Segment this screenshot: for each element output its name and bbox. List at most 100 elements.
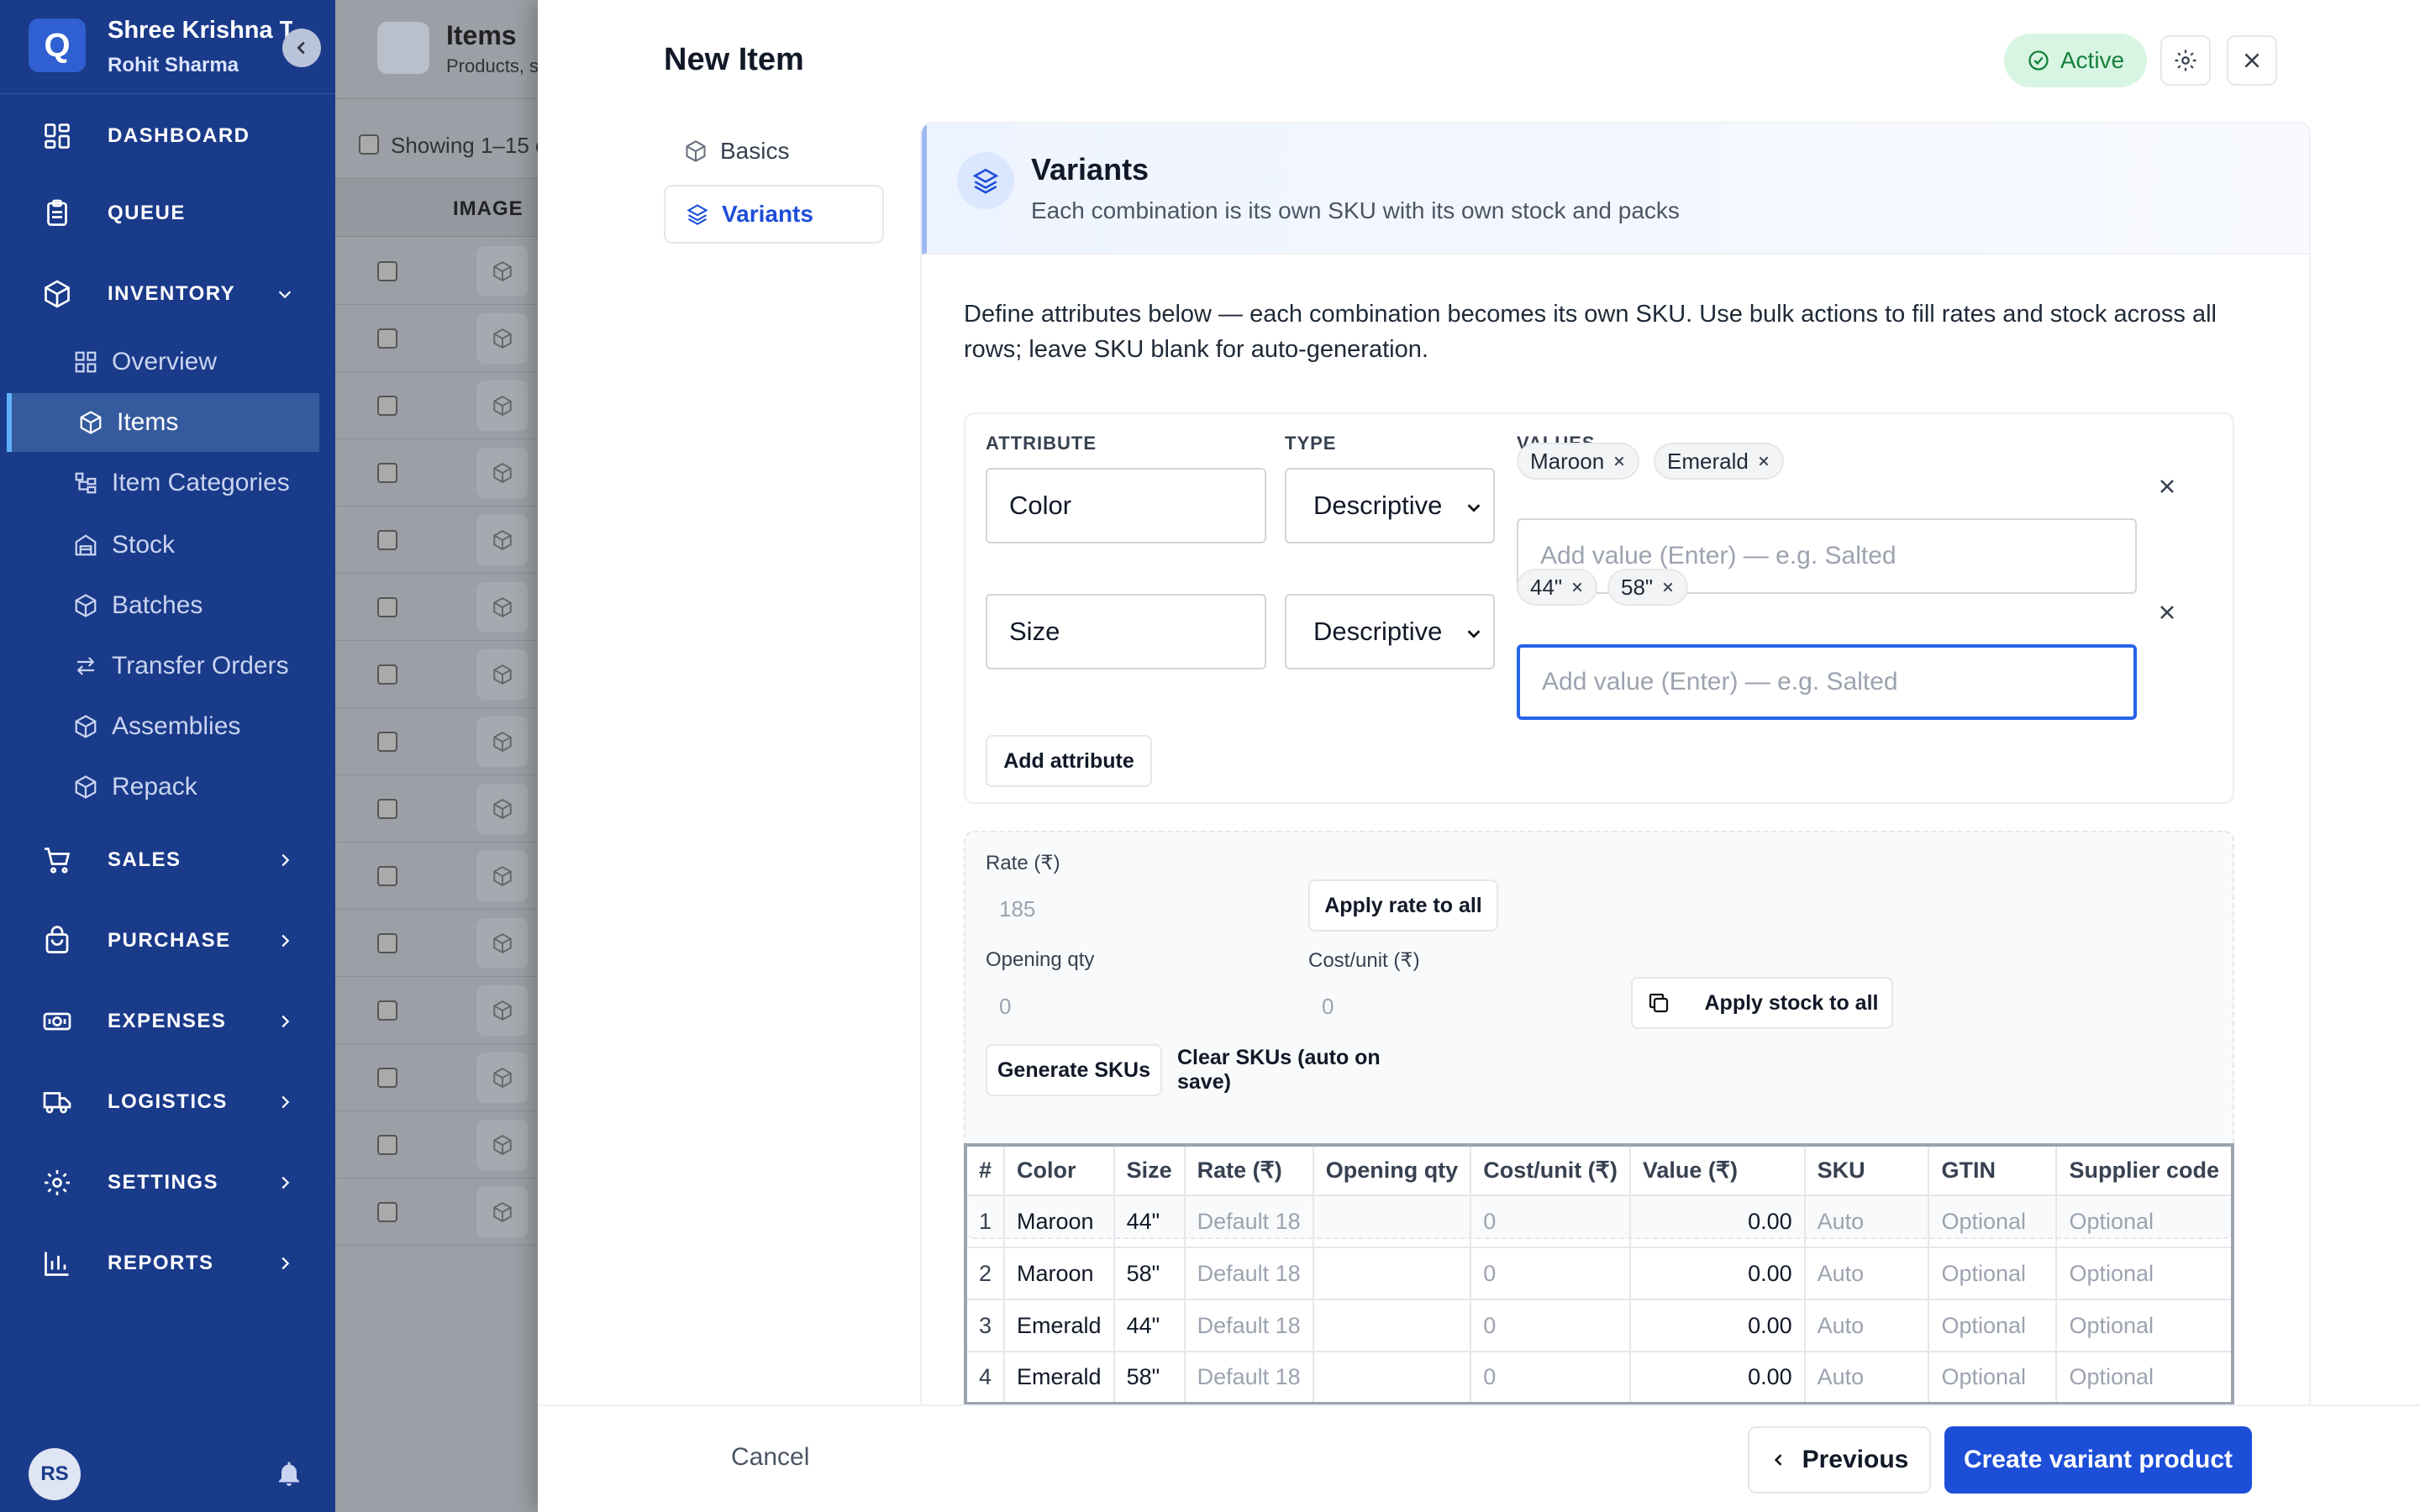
sidebar-item-overview[interactable]: Overview bbox=[7, 333, 319, 391]
column-header: GTIN bbox=[1928, 1144, 2058, 1196]
attribute-type-select[interactable]: Descriptive bbox=[1285, 468, 1495, 543]
sidebar-item-transfer-orders[interactable]: Transfer Orders bbox=[7, 637, 319, 696]
nav-dashboard[interactable]: DASHBOARD bbox=[0, 111, 335, 161]
cell-size: 58" bbox=[1113, 1351, 1186, 1404]
app-logo[interactable]: Q bbox=[29, 18, 86, 72]
row-checkbox[interactable] bbox=[377, 1202, 397, 1222]
clear-skus-button[interactable]: Clear SKUs (auto on save) bbox=[1176, 1044, 1428, 1096]
add-attribute-button[interactable]: Add attribute bbox=[986, 735, 1152, 787]
row-checkbox[interactable] bbox=[377, 396, 397, 416]
opening-qty-input[interactable] bbox=[1312, 1247, 1472, 1300]
row-checkbox[interactable] bbox=[377, 1068, 397, 1088]
opening-qty-input[interactable]: 0 bbox=[999, 994, 1011, 1020]
nav-queue[interactable]: QUEUE bbox=[0, 188, 335, 239]
cost-unit-input[interactable]: 0 bbox=[1470, 1194, 1631, 1248]
remove-attribute-button[interactable] bbox=[2150, 470, 2184, 503]
cost-unit-input[interactable]: 0 bbox=[1470, 1247, 1631, 1300]
nav-settings[interactable]: SETTINGS bbox=[0, 1158, 335, 1208]
value-chip: Maroon bbox=[1517, 443, 1640, 480]
nav-reports[interactable]: REPORTS bbox=[0, 1238, 335, 1289]
row-checkbox[interactable] bbox=[377, 933, 397, 953]
row-checkbox[interactable] bbox=[377, 1000, 397, 1021]
close-icon bbox=[2160, 480, 2174, 493]
row-checkbox[interactable] bbox=[377, 328, 397, 349]
row-checkbox[interactable] bbox=[377, 530, 397, 550]
gtin-input[interactable]: Optional bbox=[1928, 1194, 2058, 1248]
attribute-name-input[interactable]: Color bbox=[986, 468, 1266, 543]
supplier-code-input[interactable]: Optional bbox=[2055, 1194, 2233, 1248]
rate-input[interactable]: Default 18 bbox=[1183, 1299, 1314, 1352]
supplier-code-input[interactable]: Optional bbox=[2055, 1299, 2233, 1352]
apply-rate-button[interactable]: Apply rate to all bbox=[1308, 879, 1498, 932]
remove-attribute-button[interactable] bbox=[2150, 596, 2184, 629]
sidebar-item-items[interactable]: Items bbox=[7, 393, 319, 452]
nav-purchase[interactable]: PURCHASE bbox=[0, 916, 335, 966]
row-checkbox[interactable] bbox=[377, 866, 397, 886]
opening-qty-input[interactable] bbox=[1312, 1299, 1472, 1352]
cell-index: 1 bbox=[964, 1194, 1006, 1248]
row-checkbox[interactable] bbox=[377, 463, 397, 483]
attribute-name-input[interactable]: Size bbox=[986, 594, 1266, 669]
remove-chip-icon[interactable] bbox=[1757, 454, 1770, 468]
nav-inventory[interactable]: INVENTORY bbox=[0, 269, 335, 319]
sku-input[interactable]: Auto bbox=[1803, 1194, 1930, 1248]
sku-input[interactable]: Auto bbox=[1803, 1351, 1930, 1404]
nav-expenses[interactable]: EXPENSES bbox=[0, 996, 335, 1047]
rate-input[interactable]: Default 18 bbox=[1183, 1194, 1314, 1248]
apply-stock-button[interactable]: Apply stock to all bbox=[1631, 977, 1893, 1029]
avatar[interactable]: RS bbox=[29, 1448, 81, 1500]
settings-button[interactable] bbox=[2160, 35, 2211, 86]
sidebar-item-item-categories[interactable]: Item Categories bbox=[7, 454, 319, 512]
rate-input[interactable]: 185 bbox=[999, 896, 1035, 922]
cost-unit-input[interactable]: 0 bbox=[1470, 1299, 1631, 1352]
sidebar-item-repack[interactable]: Repack bbox=[7, 758, 319, 816]
tab-basics[interactable]: Basics bbox=[664, 122, 884, 181]
variants-intro: Define attributes below — each combinati… bbox=[964, 301, 2217, 363]
attribute-type-select[interactable]: Descriptive bbox=[1285, 594, 1495, 669]
create-variant-product-button[interactable]: Create variant product bbox=[1944, 1426, 2252, 1494]
row-checkbox[interactable] bbox=[377, 664, 397, 685]
sku-input[interactable]: Auto bbox=[1803, 1299, 1930, 1352]
remove-chip-icon[interactable] bbox=[1570, 580, 1584, 594]
cell-size: 44" bbox=[1113, 1299, 1186, 1352]
collapse-sidebar-button[interactable] bbox=[282, 29, 321, 67]
row-checkbox[interactable] bbox=[377, 799, 397, 819]
supplier-code-input[interactable]: Optional bbox=[2055, 1351, 2233, 1404]
sku-input[interactable]: Auto bbox=[1803, 1247, 1930, 1300]
cancel-button[interactable]: Cancel bbox=[731, 1443, 809, 1472]
box-icon bbox=[493, 597, 512, 617]
generate-skus-button[interactable]: Generate SKUs bbox=[986, 1044, 1162, 1096]
tab-variants[interactable]: Variants bbox=[664, 185, 884, 244]
remove-chip-icon[interactable] bbox=[1612, 454, 1626, 468]
sidebar-item-stock[interactable]: Stock bbox=[7, 516, 319, 575]
sidebar-item-assemblies[interactable]: Assemblies bbox=[7, 697, 319, 756]
rate-input[interactable]: Default 18 bbox=[1183, 1247, 1314, 1300]
item-thumbnail bbox=[476, 246, 529, 297]
add-value-input[interactable]: Add value (Enter) — e.g. Salted bbox=[1517, 644, 2137, 720]
item-thumbnail bbox=[476, 717, 529, 767]
row-checkbox[interactable] bbox=[377, 732, 397, 752]
sidebar-item-batches[interactable]: Batches bbox=[7, 576, 319, 635]
rate-input[interactable]: Default 18 bbox=[1183, 1351, 1314, 1404]
nav-logistics[interactable]: LOGISTICS bbox=[0, 1077, 335, 1127]
close-button[interactable] bbox=[2227, 35, 2277, 86]
previous-button[interactable]: Previous bbox=[1748, 1426, 1931, 1494]
nav-sales[interactable]: SALES bbox=[0, 835, 335, 885]
row-checkbox[interactable] bbox=[377, 597, 397, 617]
cost-unit-input[interactable]: 0 bbox=[1322, 994, 1334, 1020]
select-all-checkbox[interactable] bbox=[359, 134, 379, 155]
remove-chip-icon[interactable] bbox=[1661, 580, 1675, 594]
opening-qty-input[interactable] bbox=[1312, 1194, 1472, 1248]
status-badge[interactable]: Active bbox=[2004, 34, 2147, 87]
row-checkbox[interactable] bbox=[377, 1135, 397, 1155]
gtin-input[interactable]: Optional bbox=[1928, 1299, 2058, 1352]
panel-footer: Cancel Previous Create variant product bbox=[538, 1404, 2420, 1512]
opening-qty-input[interactable] bbox=[1312, 1351, 1472, 1404]
cell-value: 0.00 bbox=[1628, 1247, 1806, 1300]
cost-unit-input[interactable]: 0 bbox=[1470, 1351, 1631, 1404]
gtin-input[interactable]: Optional bbox=[1928, 1247, 2058, 1300]
gtin-input[interactable]: Optional bbox=[1928, 1351, 2058, 1404]
supplier-code-input[interactable]: Optional bbox=[2055, 1247, 2233, 1300]
row-checkbox[interactable] bbox=[377, 261, 397, 281]
bell-icon[interactable] bbox=[274, 1458, 304, 1488]
